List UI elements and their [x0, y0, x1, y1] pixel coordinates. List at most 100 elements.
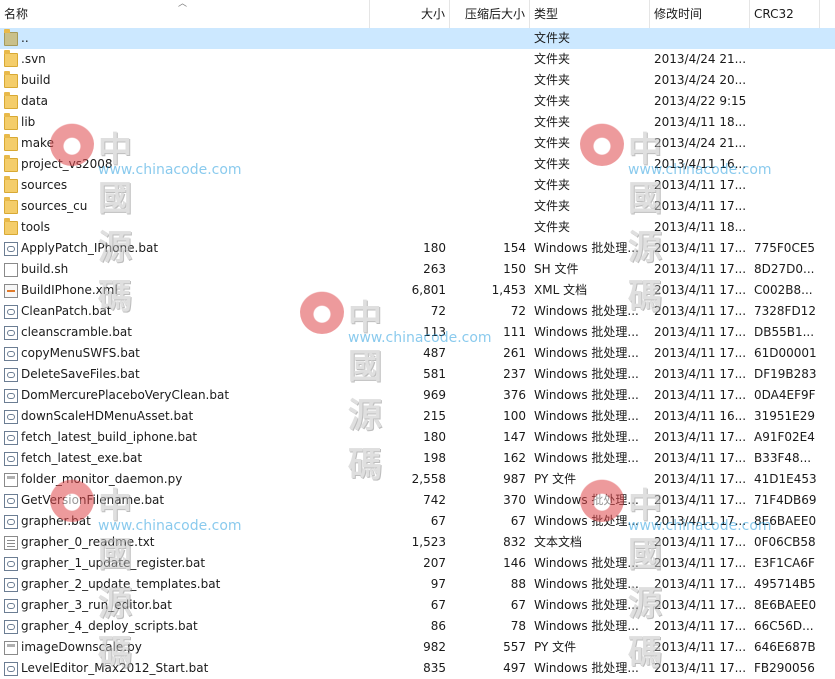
- file-row[interactable]: LevelEditor_Max2012_Start.bat 835 497 Windo…: [0, 658, 835, 679]
- file-compressed-size: 1,453: [491, 283, 526, 297]
- file-name-cell: grapher_4_deploy_scripts.bat: [0, 616, 370, 637]
- file-row[interactable]: grapher_2_update_templates.bat 97 88 Window…: [0, 574, 835, 595]
- file-compressed-size: [450, 91, 530, 112]
- file-size: 180: [423, 430, 446, 444]
- file-name: ApplyPatch_IPhone.bat: [21, 241, 159, 255]
- sort-ascending-icon: ︿: [178, 0, 188, 9]
- file-name: sources: [21, 178, 68, 192]
- file-type: 文件夹: [534, 31, 571, 45]
- file-name-cell: BuildIPhone.xml: [0, 280, 370, 301]
- file-row[interactable]: sources 文件夹 2013/4/11 17...: [0, 175, 835, 196]
- file-size: 67: [430, 598, 446, 612]
- file-row[interactable]: fetch_latest_exe.bat 198 162 Windows 批处理...…: [0, 448, 835, 469]
- file-row[interactable]: grapher_0_readme.txt 1,523 832 文本文档 2013/4/1…: [0, 532, 835, 553]
- file-row[interactable]: lib 文件夹 2013/4/11 18...: [0, 112, 835, 133]
- file-row[interactable]: build.sh 263 150 SH 文件 2013/4/11 17... 8D27D0…: [0, 259, 835, 280]
- file-row[interactable]: project_vs2008 文件夹 2013/4/11 16...: [0, 154, 835, 175]
- file-row[interactable]: ApplyPatch_IPhone.bat 180 154 Windows 批处理..…: [0, 238, 835, 259]
- file-row[interactable]: DeleteSaveFiles.bat 581 237 Windows 批处理... 2…: [0, 364, 835, 385]
- batch-file-icon: [4, 346, 18, 361]
- column-modified-label: 修改时间: [654, 7, 703, 21]
- file-name: folder_monitor_daemon.py: [21, 472, 183, 486]
- file-name: build: [21, 73, 51, 87]
- column-header-modified[interactable]: 修改时间: [650, 0, 750, 28]
- file-row[interactable]: folder_monitor_daemon.py 2,558 987 PY 文件 201…: [0, 469, 835, 490]
- file-row[interactable]: grapher_3_run_editor.bat 67 67 Windows 批处理.…: [0, 595, 835, 616]
- column-header-compressed-size[interactable]: 压缩后大小: [450, 0, 530, 28]
- file-crc: 8E6BAEE0: [754, 598, 817, 612]
- file-crc: DB55B1...: [754, 325, 815, 339]
- file-compressed-size: 72: [510, 304, 526, 318]
- file-modified: 2013/4/11 18...: [654, 220, 747, 234]
- file-name: make: [21, 136, 54, 150]
- file-crc: 31951E29: [754, 409, 816, 423]
- file-crc: 41D1E453: [754, 472, 817, 486]
- folder-icon: [4, 112, 18, 130]
- file-size: 969: [423, 388, 446, 402]
- file-size: 86: [430, 619, 446, 633]
- file-modified: 2013/4/11 17...: [654, 241, 747, 255]
- file-row[interactable]: make 文件夹 2013/4/24 21...: [0, 133, 835, 154]
- file-row[interactable]: grapher_1_update_register.bat 207 146 Windo…: [0, 553, 835, 574]
- file-crc: [750, 217, 820, 238]
- file-name: tools: [21, 220, 50, 234]
- column-header-crc[interactable]: CRC32: [750, 0, 820, 28]
- file-row[interactable]: BuildIPhone.xml 6,801 1,453 XML 文档 2013/4/11…: [0, 280, 835, 301]
- file-row[interactable]: grapher.bat 67 67 Windows 批处理... 2013/4/11 1…: [0, 511, 835, 532]
- column-header-name[interactable]: 名称 ︿: [0, 0, 370, 28]
- file-row[interactable]: cleanscramble.bat 113 111 Windows 批处理... 201…: [0, 322, 835, 343]
- file-type: Windows 批处理...: [534, 346, 639, 360]
- file-row[interactable]: .svn 文件夹 2013/4/24 21...: [0, 49, 835, 70]
- file-name: BuildIPhone.xml: [21, 283, 118, 297]
- file-compressed-size: 78: [510, 619, 526, 633]
- batch-file-icon: [4, 367, 18, 382]
- file-name: .svn: [21, 52, 46, 66]
- file-compressed-size: [450, 154, 530, 175]
- file-modified: 2013/4/11 16...: [654, 157, 747, 171]
- file-size: 72: [430, 304, 446, 318]
- column-header-size[interactable]: 大小: [370, 0, 450, 28]
- file-name: downScaleHDMenuAsset.bat: [21, 409, 194, 423]
- file-row[interactable]: imageDownscale.py 982 557 PY 文件 2013/4/11 17…: [0, 637, 835, 658]
- folder-icon: [4, 196, 18, 214]
- file-size: [370, 133, 450, 154]
- file-row[interactable]: .. 文件夹: [0, 28, 835, 49]
- file-row[interactable]: copyMenuSWFS.bat 487 261 Windows 批处理... 2013…: [0, 343, 835, 364]
- file-row[interactable]: build 文件夹 2013/4/24 20...: [0, 70, 835, 91]
- file-crc: [750, 70, 820, 91]
- file-row[interactable]: data 文件夹 2013/4/22 9:15: [0, 91, 835, 112]
- file-row[interactable]: DomMercurePlaceboVeryClean.bat 969 376 Wind…: [0, 385, 835, 406]
- batch-file-icon: [4, 430, 18, 445]
- file-row[interactable]: sources_cu 文件夹 2013/4/11 17...: [0, 196, 835, 217]
- file-row[interactable]: CleanPatch.bat 72 72 Windows 批处理... 2013/4/1…: [0, 301, 835, 322]
- folder-icon: [4, 133, 18, 151]
- file-crc: 775F0CE5: [754, 241, 816, 255]
- file-size: [370, 49, 450, 70]
- file-type: PY 文件: [534, 472, 577, 486]
- file-row[interactable]: GetVersionFilename.bat 742 370 Windows 批处理.…: [0, 490, 835, 511]
- file-row[interactable]: grapher_4_deploy_scripts.bat 86 78 Windows …: [0, 616, 835, 637]
- file-size: 835: [423, 661, 446, 675]
- file-compressed-size: 100: [503, 409, 526, 423]
- column-header-type[interactable]: 类型: [530, 0, 650, 28]
- file-name: imageDownscale.py: [21, 640, 142, 654]
- file-type: 文件夹: [534, 220, 571, 234]
- file-name-cell: downScaleHDMenuAsset.bat: [0, 406, 370, 427]
- file-compressed-size: 370: [503, 493, 526, 507]
- file-crc: 66C56D...: [754, 619, 814, 633]
- file-type: PY 文件: [534, 640, 577, 654]
- file-compressed-size: 67: [510, 598, 526, 612]
- file-row[interactable]: fetch_latest_build_iphone.bat 180 147 Windo…: [0, 427, 835, 448]
- batch-file-icon: [4, 304, 18, 319]
- file-row[interactable]: tools 文件夹 2013/4/11 18...: [0, 217, 835, 238]
- file-row[interactable]: downScaleHDMenuAsset.bat 215 100 Windows 批处…: [0, 406, 835, 427]
- file-crc: FB290056: [754, 661, 815, 675]
- file-compressed-size: [450, 133, 530, 154]
- file-modified: 2013/4/11 17...: [654, 514, 747, 528]
- file-type: Windows 批处理...: [534, 388, 639, 402]
- batch-file-icon: [4, 388, 18, 403]
- file-modified: 2013/4/11 17...: [654, 283, 747, 297]
- file-modified: 2013/4/11 17...: [654, 178, 747, 192]
- file-name: LevelEditor_Max2012_Start.bat: [21, 661, 209, 675]
- file-crc: E3F1CA6F: [754, 556, 815, 570]
